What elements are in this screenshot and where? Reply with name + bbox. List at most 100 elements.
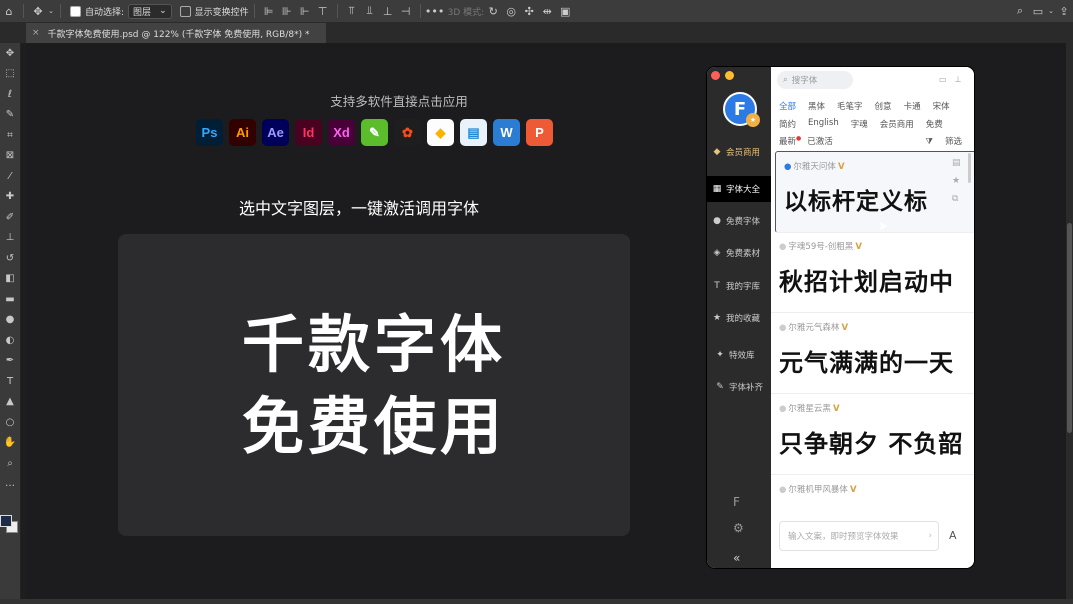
font-list-item[interactable]: ● 尔雅元气森林 V 元气满满的一天 [771,313,974,394]
foreground-color-swatch[interactable] [0,515,12,527]
quick-select-tool-icon[interactable]: ✎ [0,105,20,126]
collapse-icon[interactable]: « [733,551,740,565]
font-search-input[interactable]: ⌕ 搜字体 [777,71,853,89]
move-tool-icon[interactable]: ✥ [0,43,20,64]
align-right-icon[interactable]: ⊩ [296,3,314,19]
3d-pan-icon[interactable]: ✣ [520,3,538,19]
search-icon[interactable]: ⌕ [1011,3,1029,19]
align-left-icon[interactable]: ⊫ [260,3,278,19]
type-tool-icon[interactable]: T [0,371,20,392]
nav-vip-commercial[interactable]: ◆ 会员商用 [707,139,771,165]
stamp-tool-icon[interactable]: ⊥ [0,228,20,249]
category-tab[interactable]: 创意 [875,100,892,112]
nav-effects[interactable]: ✦ 特效库 [707,342,771,368]
distribute-top-icon[interactable]: ⫪ [343,3,361,19]
3d-roll-icon[interactable]: ◎ [502,3,520,19]
3d-slide-icon[interactable]: ⇹ [538,3,556,19]
font-size-button[interactable]: A [949,529,957,542]
3d-rotate-icon[interactable]: ↻ [484,3,502,19]
message-icon[interactable]: ▭ [939,75,947,84]
auto-select-dropdown[interactable]: 图层 ⌄ [128,3,172,19]
font-preview: 秋招计划启动中 [779,268,954,296]
align-center-icon[interactable]: ⊪ [278,3,296,19]
move-tool-icon[interactable]: ✥ [29,3,47,19]
scrollbar-thumb[interactable] [1067,223,1072,433]
nav-my-favorites[interactable]: ★ 我的收藏 [707,305,771,331]
marquee-tool-icon[interactable]: ⬚ [0,64,20,85]
minimize-window-dot[interactable] [725,71,734,80]
nav-label: 字体补齐 [729,383,764,393]
comment-icon[interactable]: ▤ [952,158,961,168]
pin-icon[interactable]: ⊥ [955,75,962,84]
font-name: 尔雅机甲风暴体 [788,485,848,495]
category-tab[interactable]: 全部 [779,100,796,112]
distribute-bottom-icon[interactable]: ⊥ [379,3,397,19]
category-tab[interactable]: English [808,118,839,130]
font-list-item[interactable]: ● 尔雅机甲风暴体 V [771,475,974,511]
show-transform-checkbox[interactable] [179,5,191,17]
ellipse-tool-icon[interactable]: ○ [0,412,20,433]
plugin-logo[interactable]: F ★ [723,92,760,127]
preview-text-input[interactable]: 输入文案，即时预览字体效果 › [779,521,939,551]
document-tab[interactable]: × 千款字体免费使用.psd @ 122% (千款字体 免费使用, RGB/8*… [26,23,326,43]
brush-tool-icon[interactable]: ✐ [0,207,20,228]
share-icon[interactable]: ⇪ [1055,3,1073,19]
more-options-icon[interactable]: ••• [425,3,444,19]
font-actions: ▤ ★ ⧉ [952,158,961,204]
sort-latest[interactable]: 最新 [779,135,796,147]
nav-my-fonts[interactable]: T 我的字库 [707,273,771,299]
gradient-tool-icon[interactable]: ▬ [0,289,20,310]
crop-tool-icon[interactable]: ⌗ [0,125,20,146]
category-tab[interactable]: 宋体 [933,100,950,112]
distribute-right-icon[interactable]: ⊣ [397,3,415,19]
vertical-scrollbar[interactable] [1066,43,1073,599]
zoom-tool-icon[interactable]: ⌕ [0,453,20,474]
category-tab[interactable]: 字魂 [851,118,868,130]
more-tools-icon[interactable]: … [0,474,20,495]
nav-font-complete[interactable]: ✎ 字体补齐 [707,374,771,400]
healing-brush-tool-icon[interactable]: ✚ [0,187,20,208]
pen-tool-icon[interactable]: ✒ [0,351,20,372]
close-window-dot[interactable] [711,71,720,80]
nav-all-fonts[interactable]: ▦ 字体大全 [707,176,771,202]
sort-activated[interactable]: 已激活 [807,135,833,147]
nav-free-fonts[interactable]: ● 免费字体 [707,208,771,234]
canvas-headline: 选中文字图层，一键激活调用字体 [238,199,479,218]
chevron-down-icon[interactable]: ⌄ [47,3,55,19]
category-tab[interactable]: 毛笔字 [837,100,863,112]
history-brush-tool-icon[interactable]: ↺ [0,248,20,269]
workspace-icon[interactable]: ▭ [1029,3,1047,19]
hand-tool-icon[interactable]: ✋ [0,433,20,454]
text-layer-box[interactable]: 千款字体 免费使用 [118,234,630,536]
font-list-item[interactable]: ● 字魂59号-创粗黑 V 秋招计划启动中 [771,232,974,313]
font-list-item[interactable]: ● 尔雅天问体 V 以标杆定义标 ▤ ★ ⧉ [775,151,974,233]
category-tab[interactable]: 会员商用 [880,118,914,130]
eraser-tool-icon[interactable]: ◧ [0,269,20,290]
settings-icon[interactable]: ⚙ [733,521,744,535]
filter-label: 筛选 [944,137,962,147]
chevron-down-icon[interactable]: ⌄ [1047,3,1055,19]
filter-button[interactable]: ⧩ 筛选 [925,135,974,147]
category-tab[interactable]: 免费 [926,118,943,130]
eyedropper-tool-icon[interactable]: ⁄ [0,166,20,187]
copy-icon[interactable]: ⧉ [952,194,961,204]
frame-tool-icon[interactable]: ⊠ [0,146,20,167]
path-select-tool-icon[interactable]: ▲ [0,392,20,413]
lasso-tool-icon[interactable]: ℓ [0,84,20,105]
auto-select-checkbox[interactable] [70,5,81,17]
align-top-icon[interactable]: ⊤ [314,3,332,19]
star-icon[interactable]: ★ [952,176,961,186]
font-list-scrollbar[interactable] [968,153,971,183]
font-list-item[interactable]: ● 尔雅星云黑 V 只争朝夕 不负韶 [771,394,974,475]
dodge-tool-icon[interactable]: ◐ [0,330,20,351]
home-icon[interactable]: ⌂ [0,3,18,19]
category-tab[interactable]: 卡通 [904,100,921,112]
blur-tool-icon[interactable]: ● [0,310,20,331]
distribute-middle-icon[interactable]: ⫫ [361,3,379,19]
category-tab[interactable]: 黑体 [808,100,825,112]
font-logo-icon[interactable]: F [733,495,740,509]
3d-scale-icon[interactable]: ▣ [556,3,574,19]
nav-free-materials[interactable]: ◈ 免费素材 [707,240,771,266]
close-icon[interactable]: × [32,28,40,38]
category-tab[interactable]: 简约 [779,118,796,130]
